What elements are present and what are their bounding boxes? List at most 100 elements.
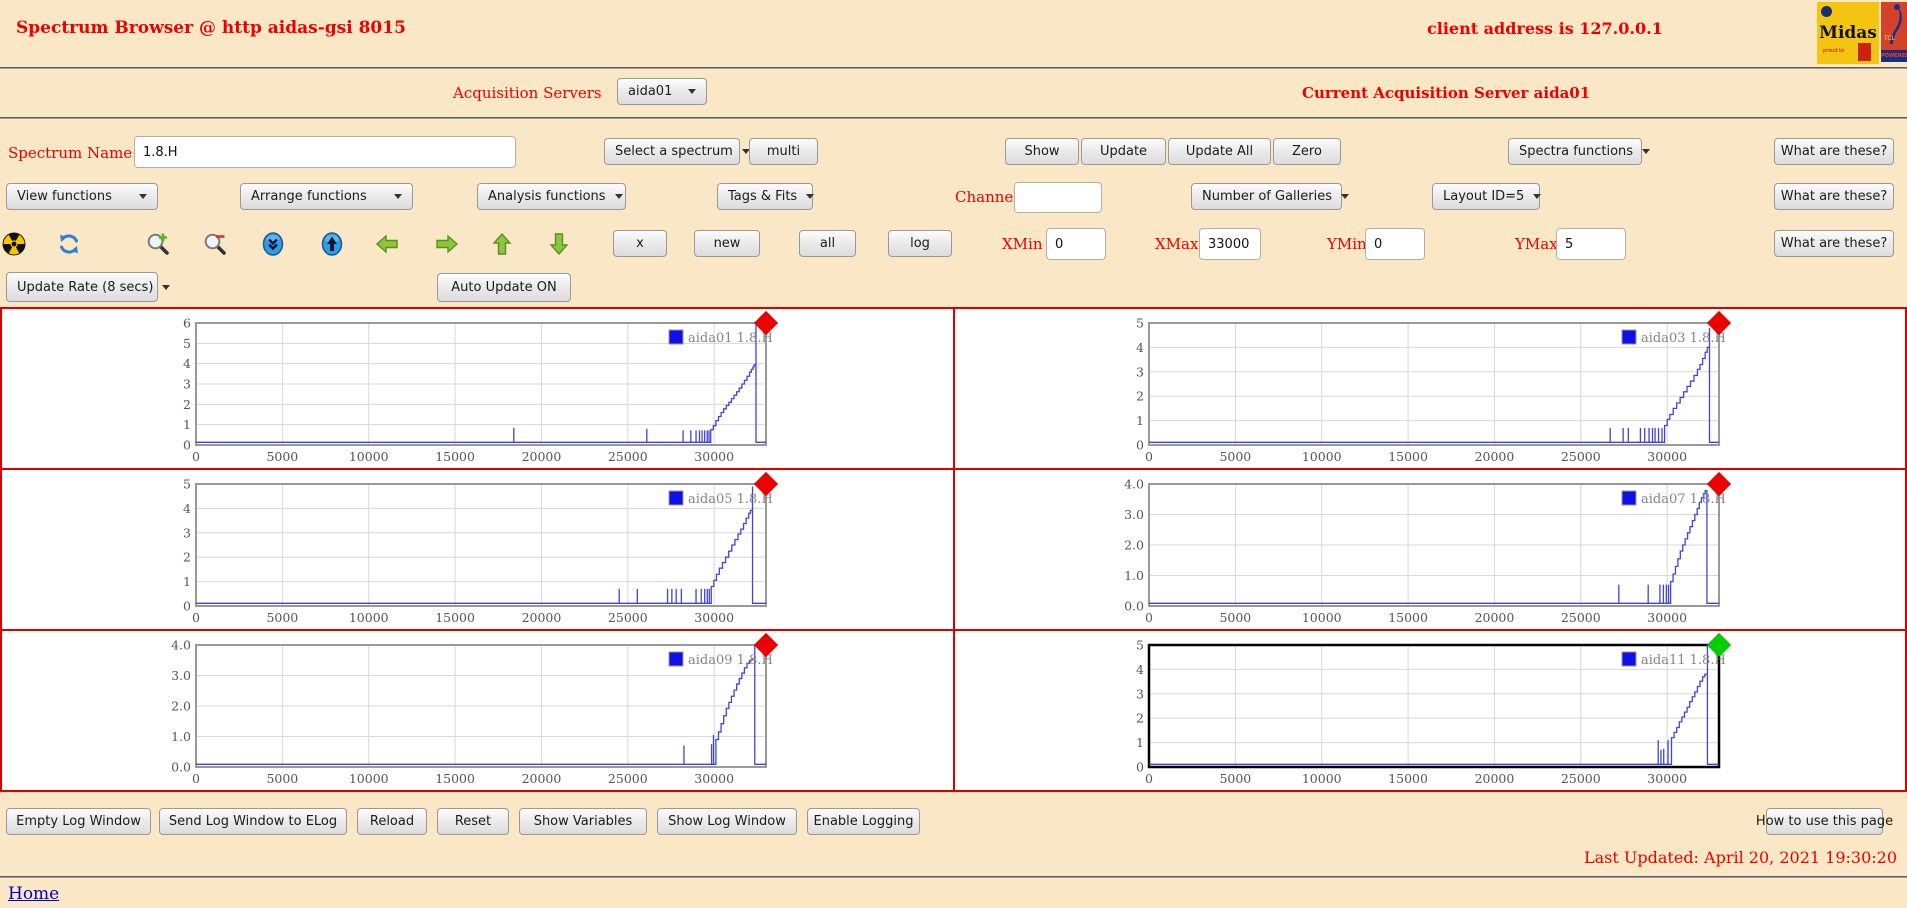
zero-button[interactable]: Zero	[1273, 138, 1341, 165]
new-button[interactable]: new	[694, 230, 760, 257]
auto-update-button[interactable]: Auto Update ON	[437, 273, 571, 302]
svg-text:15000: 15000	[435, 771, 475, 786]
arrow-left-icon[interactable]	[375, 232, 399, 256]
channel-input[interactable]	[1014, 182, 1102, 213]
spectrum-panel-aida05[interactable]: 0 5000 10000 15000 20000 25000 30000 0 1 2 3 4 5 aida…	[2, 470, 953, 629]
svg-text:0: 0	[1136, 438, 1144, 453]
spectrum-panel-aida09[interactable]: 0 5000 10000 15000 20000 25000 30000 0.0 1.0 2.0 3…	[2, 631, 953, 790]
spectrum-name-input[interactable]	[134, 136, 516, 168]
svg-text:20000: 20000	[522, 610, 562, 625]
scroll-up-icon[interactable]	[320, 232, 344, 256]
refresh-icon[interactable]	[57, 232, 81, 256]
what-are-these-button[interactable]: What are these?	[1774, 230, 1894, 257]
home-link[interactable]: Home	[8, 884, 59, 904]
svg-text:2: 2	[1136, 711, 1144, 726]
zoom-in-icon[interactable]	[146, 232, 170, 256]
radiation-icon[interactable]	[2, 232, 26, 256]
all-button[interactable]: all	[799, 230, 856, 257]
arrange-functions-dropdown[interactable]: Arrange functions	[240, 183, 413, 210]
spectrum-panel-aida03[interactable]: 0 5000 10000 15000 20000 25000 30000 0 1 2 3 4 5 aida…	[954, 309, 1905, 468]
svg-text:0: 0	[183, 599, 191, 614]
layout-id-dropdown[interactable]: Layout ID=5	[1432, 183, 1542, 210]
select-spectrum-dropdown[interactable]: Select a spectrum	[604, 138, 750, 165]
svg-text:5: 5	[1136, 316, 1144, 331]
toolbar-row: x new all log XMin XMax YMin YMax What a…	[0, 219, 1907, 267]
svg-text:15000: 15000	[1388, 771, 1428, 786]
svg-text:5000: 5000	[266, 771, 298, 786]
svg-text:3: 3	[1136, 686, 1144, 701]
chart-aida05: 0 5000 10000 15000 20000 25000 30000 0 1 2 3 4 5 aida…	[160, 472, 780, 627]
chart-aida03: 0 5000 10000 15000 20000 25000 30000 0 1 2 3 4 5 aida…	[1112, 311, 1733, 466]
chevron-down-icon	[688, 89, 696, 94]
svg-text:4.0: 4.0	[1124, 477, 1144, 492]
ymax-input[interactable]	[1556, 228, 1626, 260]
analysis-functions-dropdown[interactable]: Analysis functions	[477, 183, 626, 210]
what-are-these-button[interactable]: What are these?	[1774, 183, 1894, 210]
svg-text:4.0: 4.0	[171, 638, 191, 653]
ymin-label: YMin	[1327, 235, 1367, 253]
zoom-out-icon[interactable]	[203, 232, 227, 256]
svg-text:4: 4	[183, 501, 191, 516]
update-button[interactable]: Update	[1081, 138, 1166, 165]
spectrum-name-label: Spectrum Name:	[8, 144, 138, 162]
acquisition-row: Acquisition Servers aida01 Current Acqui…	[0, 69, 1907, 117]
scroll-down-icon[interactable]	[261, 232, 285, 256]
number-of-galleries-dropdown[interactable]: Number of Galleries	[1191, 183, 1350, 210]
functions-row: View functions Arrange functions Analysi…	[0, 173, 1907, 219]
chevron-down-icon	[614, 194, 623, 199]
svg-text:5000: 5000	[1219, 771, 1251, 786]
svg-text:0: 0	[1145, 771, 1153, 786]
show-log-window-button[interactable]: Show Log Window	[657, 808, 797, 835]
svg-text:1.0: 1.0	[171, 729, 191, 744]
how-to-use-button[interactable]: How to use this page	[1756, 808, 1893, 835]
acquisition-server-select[interactable]: aida01	[617, 78, 707, 105]
spectrum-panel-aida01[interactable]: 0 5000 10000 15000 20000 25000 30000 0 1 2 3 4 5 6 aid…	[2, 309, 953, 468]
svg-text:30000: 30000	[1647, 449, 1687, 464]
arrow-up-icon[interactable]	[490, 232, 514, 256]
spectrum-panel-aida07[interactable]: 0 5000 10000 15000 20000 25000 30000 0.0 1.0 2.0 3…	[954, 470, 1905, 629]
log-buttons-row: Empty Log Window Send Log Window to ELog…	[0, 808, 1907, 836]
send-log-to-elog-button[interactable]: Send Log Window to ELog	[159, 808, 347, 835]
svg-text:3: 3	[183, 377, 191, 392]
spectrum-panel-aida11[interactable]: 0 5000 10000 15000 20000 25000 30000 0 1 2 3 4 5 aida…	[954, 631, 1905, 790]
tags-fits-dropdown[interactable]: Tags & Fits	[717, 183, 815, 210]
midas-logo[interactable]: Midas proud to	[1817, 2, 1879, 64]
svg-text:6: 6	[183, 316, 191, 331]
chart-aida11: 0 5000 10000 15000 20000 25000 30000 0 1 2 3 4 5 aida…	[1112, 633, 1733, 788]
update-all-button[interactable]: Update All	[1168, 138, 1271, 165]
log-button[interactable]: log	[888, 230, 952, 257]
xmin-input[interactable]	[1046, 228, 1106, 260]
what-are-these-button[interactable]: What are these?	[1774, 138, 1894, 165]
number-of-galleries-label: Number of Galleries	[1202, 189, 1333, 204]
arrow-down-icon[interactable]	[547, 232, 571, 256]
tcl-powered-logo[interactable]: TCL POWERED	[1881, 2, 1907, 62]
show-button[interactable]: Show	[1005, 138, 1079, 165]
spectra-functions-dropdown[interactable]: Spectra functions	[1508, 138, 1651, 165]
svg-text:4: 4	[1136, 662, 1144, 677]
svg-text:0.0: 0.0	[171, 760, 191, 775]
chart-aida09: 0 5000 10000 15000 20000 25000 30000 0.0 1.0 2.0 3…	[160, 633, 780, 788]
enable-logging-button[interactable]: Enable Logging	[807, 808, 920, 835]
view-functions-dropdown[interactable]: View functions	[6, 183, 158, 210]
xmax-label: XMax	[1155, 235, 1199, 253]
ymin-input[interactable]	[1365, 228, 1425, 260]
reload-button[interactable]: Reload	[357, 808, 427, 835]
x-button[interactable]: x	[613, 230, 667, 257]
svg-text:20000: 20000	[1474, 610, 1514, 625]
svg-text:0: 0	[192, 610, 200, 625]
update-rate-dropdown[interactable]: Update Rate (8 secs)	[6, 272, 171, 302]
view-functions-label: View functions	[17, 189, 112, 204]
svg-text:30000: 30000	[694, 449, 734, 464]
svg-text:25000: 25000	[1560, 771, 1600, 786]
reset-button[interactable]: Reset	[437, 808, 509, 835]
svg-text:aida03 1.8.H: aida03 1.8.H	[1641, 331, 1726, 346]
arrow-right-icon[interactable]	[435, 232, 459, 256]
show-variables-button[interactable]: Show Variables	[519, 808, 647, 835]
svg-text:1.0: 1.0	[1124, 568, 1144, 583]
multi-button[interactable]: multi	[749, 138, 818, 165]
svg-text:aida05 1.8.H: aida05 1.8.H	[688, 492, 773, 507]
xmax-input[interactable]	[1199, 228, 1261, 260]
empty-log-window-button[interactable]: Empty Log Window	[6, 808, 151, 835]
chevron-down-icon	[394, 194, 402, 199]
chevron-down-icon	[162, 284, 171, 290]
